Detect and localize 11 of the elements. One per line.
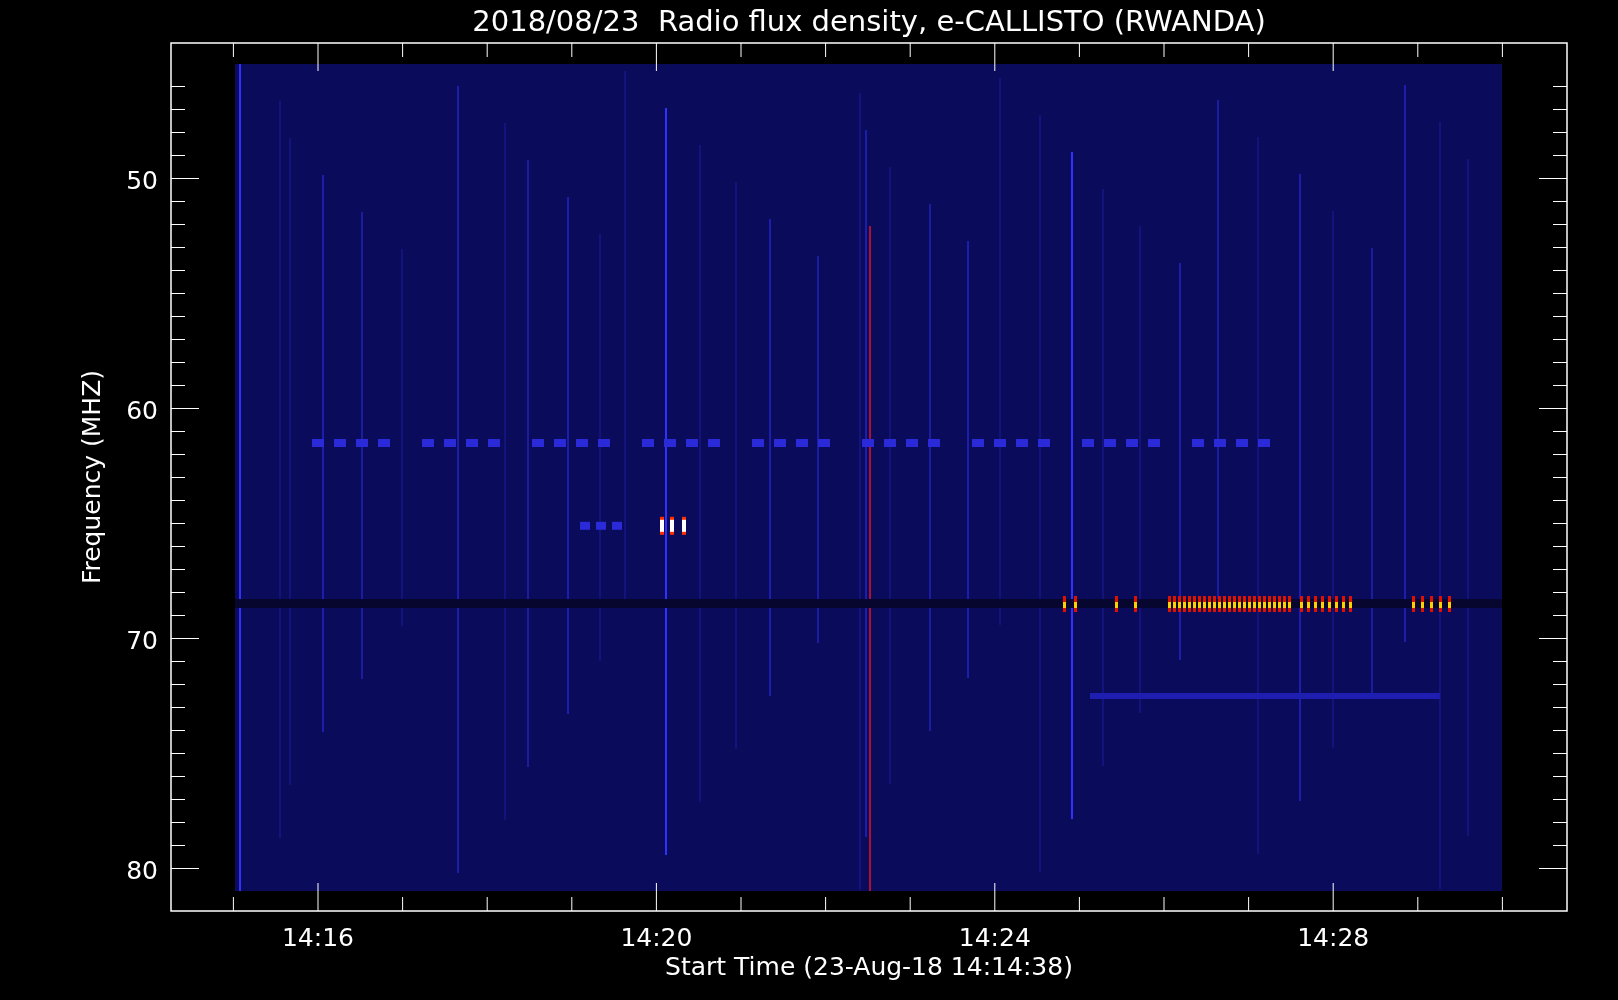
x-tick-label: 14:16 xyxy=(282,923,354,952)
y-axis-label: Frequency (MHZ) xyxy=(77,369,106,585)
x-tick-label: 14:28 xyxy=(1297,923,1370,952)
x-tick-label: 14:20 xyxy=(620,923,693,952)
x-axis-label: Start Time (23-Aug-18 14:14:38) xyxy=(665,952,1073,981)
x-tick-label: 14:24 xyxy=(958,923,1031,952)
y-tick-label: 80 xyxy=(126,855,158,885)
y-tick-label: 50 xyxy=(126,165,158,195)
y-tick-label: 70 xyxy=(126,625,158,655)
y-tick-label: 60 xyxy=(126,395,158,425)
chart-title: 2018/08/23 Radio flux density, e-CALLISTO (RWANDA) xyxy=(472,4,1266,38)
